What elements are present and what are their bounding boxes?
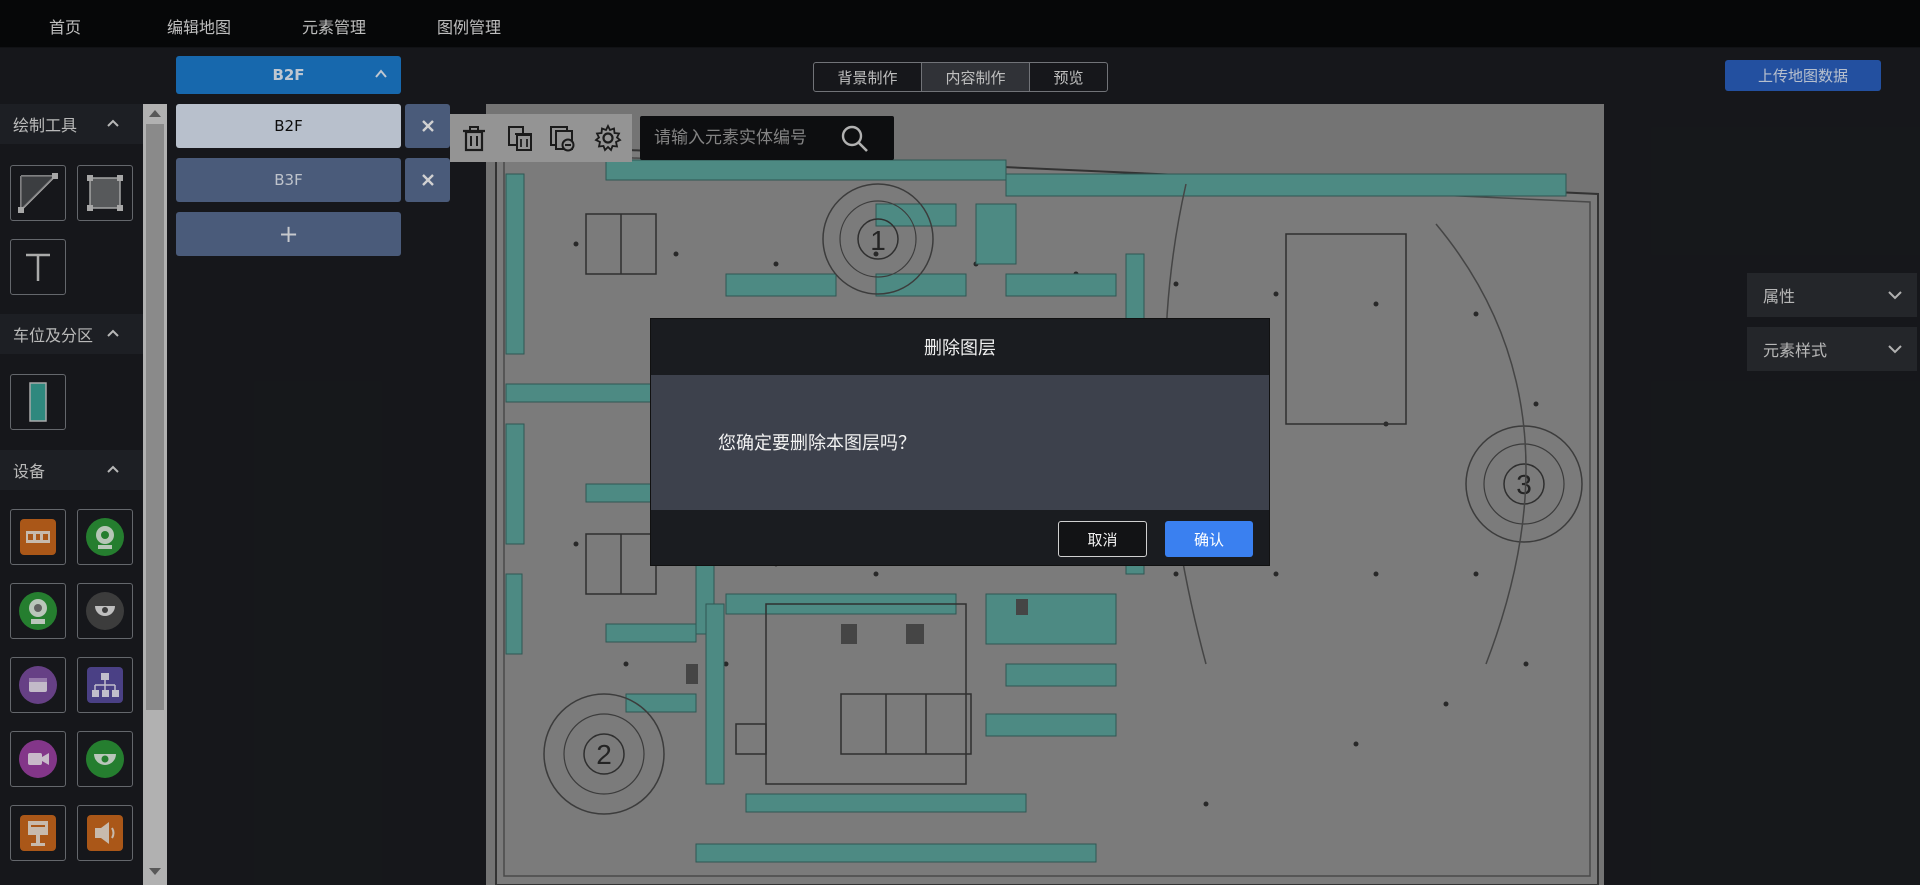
top-nav: 首页 编辑地图 元素管理 图例管理 [0,0,1920,48]
green-ptz-camera-icon[interactable] [77,731,133,787]
floor-select[interactable]: B2F [176,56,401,94]
section-title: 车位及分区 [13,326,94,345]
dialog-title: 删除图层 [651,319,1269,375]
floor-option-b3f[interactable]: B3F [176,158,401,202]
floor-select-value: B2F [272,66,305,84]
zone-label-2: 2 [596,739,612,770]
gear-icon[interactable] [594,124,622,152]
section-drawing-tools[interactable]: 绘制工具 [0,104,143,144]
parking-space-icon[interactable] [10,374,66,430]
green-dome-camera-icon[interactable] [77,509,133,565]
section-title: 绘制工具 [13,116,78,135]
mode-tabs: 背景制作 内容制作 预览 [813,62,1108,92]
orange-speaker-icon[interactable] [77,805,133,861]
add-floor-button[interactable]: + [176,212,401,256]
element-search-box [640,116,894,160]
delete-floor-b2f-button[interactable] [405,104,450,148]
section-devices[interactable]: 设备 [0,450,143,490]
close-icon [421,174,434,186]
cancel-button[interactable]: 取消 [1058,521,1147,557]
floor-option-b2f[interactable]: B2F [176,104,401,148]
trash-icon[interactable] [460,124,488,152]
nav-edit-map[interactable]: 编辑地图 [167,14,231,38]
dialog-footer: 取消 确认 [651,510,1269,565]
text-tool-icon[interactable] [10,239,66,295]
properties-accordion[interactable]: 属性 [1747,273,1917,317]
rectangle-tool-icon[interactable] [77,165,133,221]
tab-preview[interactable]: 预览 [1030,63,1107,91]
close-icon [421,120,434,132]
section-parking[interactable]: 车位及分区 [0,314,143,354]
nav-legend-management[interactable]: 图例管理 [437,14,501,38]
scrollbar-thumb[interactable] [146,124,164,710]
element-search-input[interactable] [654,124,834,152]
zone-label-1: 1 [870,225,886,256]
green-webcam-icon[interactable] [10,583,66,639]
upload-map-data-button[interactable]: 上传地图数据 [1725,60,1881,91]
search-icon[interactable] [840,124,870,154]
scroll-up-arrow-icon[interactable] [149,110,161,117]
accordion-title: 元素样式 [1763,341,1828,360]
tab-content[interactable]: 内容制作 [922,63,1030,91]
delete-floor-b3f-button[interactable] [405,158,450,202]
license-plate-camera-icon[interactable] [10,509,66,565]
scroll-down-arrow-icon[interactable] [149,868,161,875]
delete-layer-dialog: 删除图层 您确定要删除本图层吗？ 取消 确认 [651,319,1269,565]
section-title: 设备 [13,462,46,481]
dialog-message: 您确定要删除本图层吗？ [718,433,916,454]
gray-dome-camera-icon[interactable] [77,583,133,639]
accordion-title: 属性 [1763,287,1796,306]
chevron-down-icon [1888,345,1902,354]
chevron-up-icon [107,465,119,473]
orange-guidance-screen-icon[interactable] [10,805,66,861]
chevron-up-icon [107,119,119,127]
element-style-accordion[interactable]: 元素样式 [1747,327,1917,371]
chevron-down-icon [1888,291,1902,300]
chevron-up-icon [107,329,119,337]
floor-option-label: B2F [274,117,303,135]
right-property-panel [1604,104,1920,885]
chevron-up-icon [375,69,387,78]
purple-video-camera-icon[interactable] [10,731,66,787]
nav-home[interactable]: 首页 [49,14,81,38]
zone-label-3: 3 [1516,469,1532,500]
purple-barrier-icon[interactable] [10,657,66,713]
trash-copy-icon[interactable] [506,124,534,152]
confirm-button[interactable]: 确认 [1165,521,1253,557]
copy-remove-icon[interactable] [548,124,576,152]
line-tool-icon[interactable] [10,165,66,221]
nav-element-management[interactable]: 元素管理 [302,14,366,38]
floor-option-label: B3F [274,171,303,189]
network-topology-icon[interactable] [77,657,133,713]
tab-background[interactable]: 背景制作 [814,63,922,91]
